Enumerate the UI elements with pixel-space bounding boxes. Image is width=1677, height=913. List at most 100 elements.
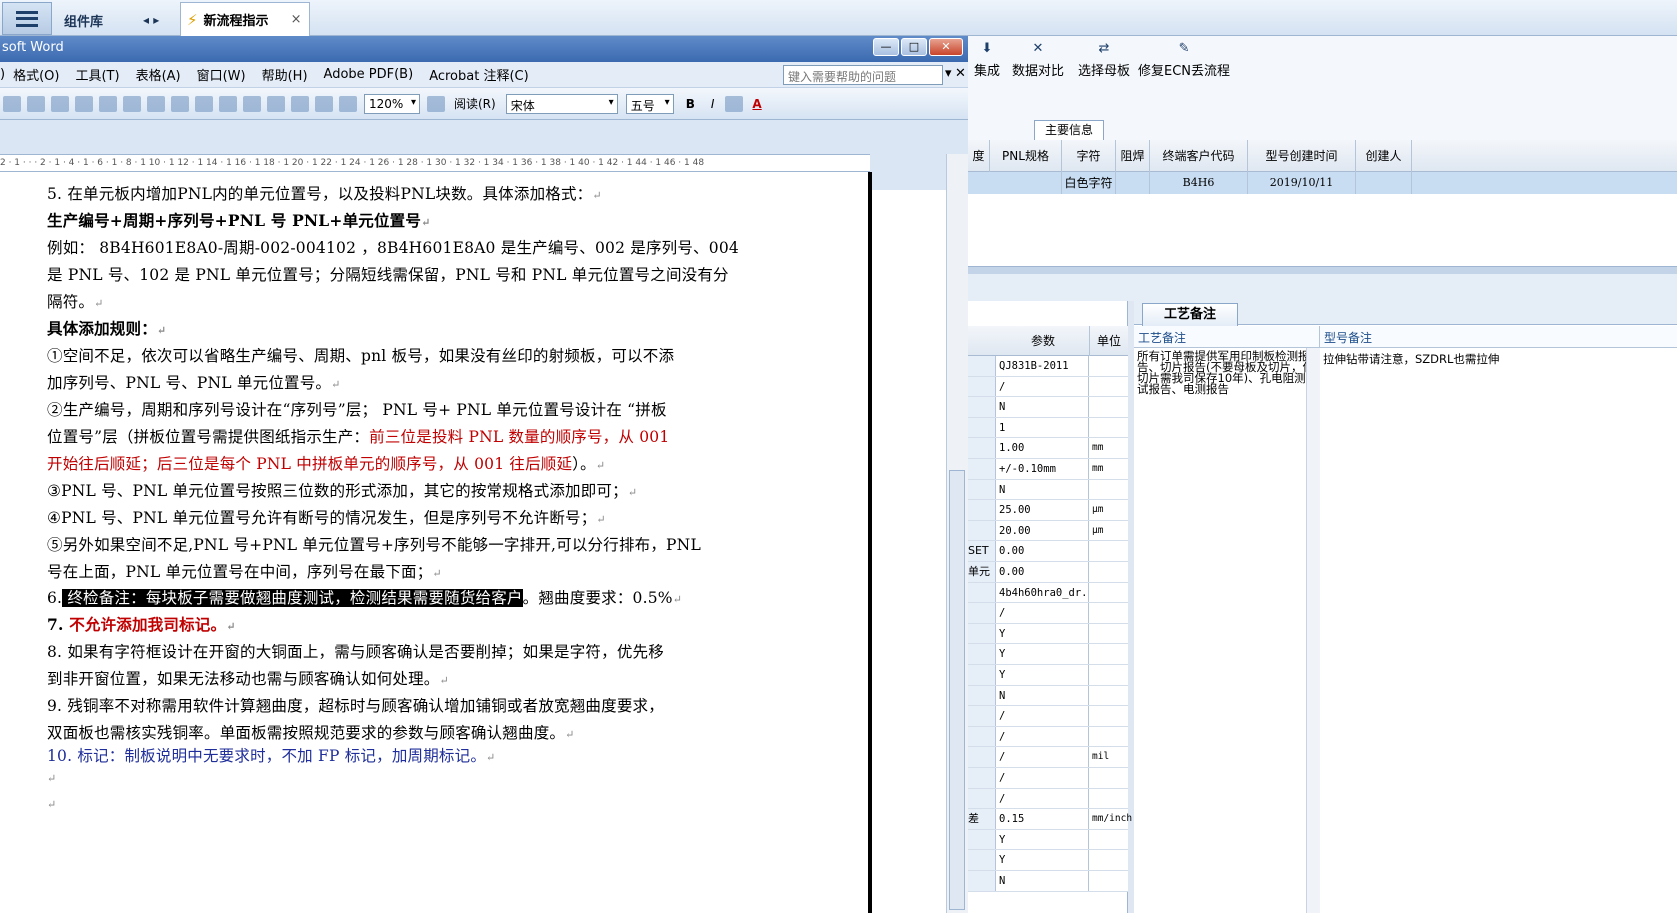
research-icon[interactable]: [27, 95, 45, 112]
param-col-header[interactable]: 参数: [997, 326, 1090, 356]
menu-format[interactable]: 格式(O): [13, 65, 59, 84]
param-value[interactable]: 0.00: [997, 562, 1089, 582]
menu-table[interactable]: 表格(A): [136, 65, 181, 84]
param-row[interactable]: /: [968, 726, 1128, 748]
param-row[interactable]: 20.00 μm: [968, 520, 1128, 542]
col-header[interactable]: 型号创建时间: [1248, 140, 1356, 172]
selected-text[interactable]: 终检备注：每块板子需要做翘曲度测试，检测结果需要随货给客户: [62, 589, 523, 607]
param-row[interactable]: Y: [968, 623, 1128, 645]
font-select[interactable]: 宋体: [505, 93, 618, 114]
columns-icon[interactable]: [267, 95, 285, 112]
data-compare-button[interactable]: ✕ 数据对比: [1012, 42, 1064, 80]
unit-col-header[interactable]: 单位: [1090, 326, 1128, 356]
param-row[interactable]: Y: [968, 850, 1128, 871]
param-value[interactable]: /: [997, 747, 1089, 767]
param-value[interactable]: QJ831B-2011: [997, 356, 1089, 376]
note-scrollbar[interactable]: [1306, 348, 1320, 913]
drawing-icon[interactable]: [291, 95, 309, 112]
close-icon[interactable]: ✕: [929, 38, 963, 56]
param-value[interactable]: 1.00: [997, 438, 1089, 458]
new-flow-tab[interactable]: ⚡ 新流程指示 ×: [180, 2, 310, 36]
param-row[interactable]: / mil: [968, 747, 1128, 768]
param-row[interactable]: /: [968, 603, 1128, 624]
col-header[interactable]: 创建人: [1356, 140, 1412, 172]
col-header[interactable]: 度: [968, 140, 990, 172]
param-row[interactable]: 1.00 mm: [968, 438, 1128, 459]
hamburger-menu-button[interactable]: [2, 2, 52, 35]
bold-icon[interactable]: B: [686, 97, 695, 111]
col-header[interactable]: 终端客户代码: [1150, 140, 1248, 172]
menu-adobe-pdf[interactable]: Adobe PDF(B): [324, 67, 414, 82]
param-row[interactable]: Y: [968, 665, 1128, 686]
paste-icon[interactable]: [99, 95, 117, 112]
param-row[interactable]: 差 0.15 mm/inch: [968, 809, 1132, 830]
param-value[interactable]: /: [997, 376, 1089, 397]
col-header[interactable]: 字符: [1062, 140, 1116, 172]
help-search-input[interactable]: 键入需要帮助的问题: [783, 65, 943, 85]
param-row[interactable]: +/-0.10mm mm: [968, 459, 1128, 480]
spelling-icon[interactable]: [3, 95, 21, 112]
param-row[interactable]: 1: [968, 417, 1128, 439]
scrollbar-thumb[interactable]: [949, 470, 965, 910]
menu-help[interactable]: 帮助(H): [262, 65, 308, 84]
table-row[interactable]: 白色字符 B4H6 2019/10/11: [968, 172, 1677, 194]
show-hide-icon[interactable]: [339, 95, 357, 112]
zoom-select[interactable]: 120%: [364, 93, 420, 114]
font-size-select[interactable]: 五号: [625, 93, 674, 114]
menu-window[interactable]: 窗口(W): [197, 65, 246, 84]
component-library-tab[interactable]: 组件库 ◂ ▸: [56, 4, 176, 36]
redo-icon[interactable]: [171, 95, 189, 112]
param-row[interactable]: /: [968, 788, 1128, 810]
excel-icon[interactable]: [243, 95, 261, 112]
process-note-tab[interactable]: 工艺备注: [1142, 303, 1238, 326]
help-dropdown-icon[interactable]: ▾: [945, 66, 952, 81]
maximize-icon[interactable]: □: [901, 38, 927, 56]
line-spacing-icon[interactable]: [725, 95, 744, 112]
process-note-text[interactable]: 所有订单需提供军用印制板检测报告、切片报告(不要母板及切片，但切片需我司保存10…: [1134, 348, 1320, 913]
param-value[interactable]: 1: [997, 417, 1089, 438]
menu-acrobat[interactable]: Acrobat 注释(C): [429, 65, 529, 84]
param-row[interactable]: /: [968, 376, 1128, 398]
param-value[interactable]: +/-0.10mm: [997, 459, 1089, 479]
col-header[interactable]: 阻焊: [1116, 140, 1150, 172]
param-value[interactable]: /: [997, 788, 1089, 809]
font-color-icon[interactable]: A: [752, 97, 761, 111]
param-row[interactable]: N: [968, 685, 1128, 707]
param-row[interactable]: N: [968, 871, 1128, 892]
param-value[interactable]: Y: [997, 644, 1089, 664]
param-row[interactable]: QJ831B-2011: [968, 356, 1128, 377]
param-value[interactable]: 4b4h60hra0_dr...: [997, 582, 1089, 603]
tab-close-icon[interactable]: ×: [291, 12, 302, 27]
main-info-tab[interactable]: 主要信息: [1034, 120, 1104, 140]
hyperlink-icon[interactable]: [195, 95, 213, 112]
param-row[interactable]: /: [968, 768, 1128, 789]
param-value[interactable]: /: [997, 726, 1089, 747]
col-header[interactable]: PNL规格: [990, 140, 1062, 172]
param-row[interactable]: 25.00 μm: [968, 500, 1128, 521]
italic-icon[interactable]: I: [711, 97, 715, 111]
param-value[interactable]: 20.00: [997, 520, 1089, 541]
copy-icon[interactable]: [75, 95, 93, 112]
param-value[interactable]: N: [997, 397, 1089, 417]
format-painter-icon[interactable]: [123, 95, 141, 112]
param-value[interactable]: Y: [997, 829, 1089, 850]
param-value[interactable]: Y: [997, 850, 1089, 870]
param-row[interactable]: 单元 0.00: [968, 562, 1128, 583]
undo-icon[interactable]: [147, 95, 165, 112]
param-value[interactable]: Y: [997, 623, 1089, 644]
param-value[interactable]: 25.00: [997, 500, 1089, 520]
doc-map-icon[interactable]: [315, 95, 333, 112]
param-value[interactable]: /: [997, 706, 1089, 726]
param-value[interactable]: N: [997, 479, 1089, 500]
model-note-text[interactable]: 拉伸钻带请注意，SZDRL也需拉伸: [1320, 348, 1677, 913]
param-value[interactable]: 0.00: [997, 541, 1089, 561]
minimize-icon[interactable]: —: [873, 38, 899, 56]
param-row[interactable]: Y: [968, 644, 1128, 665]
param-row[interactable]: /: [968, 706, 1128, 727]
param-row[interactable]: N: [968, 397, 1128, 418]
param-value[interactable]: /: [997, 768, 1089, 788]
help-icon[interactable]: [427, 95, 445, 112]
select-mother-board-button[interactable]: ⇄ 选择母板: [1078, 42, 1130, 80]
param-value[interactable]: N: [997, 685, 1089, 706]
param-value[interactable]: N: [997, 871, 1089, 891]
